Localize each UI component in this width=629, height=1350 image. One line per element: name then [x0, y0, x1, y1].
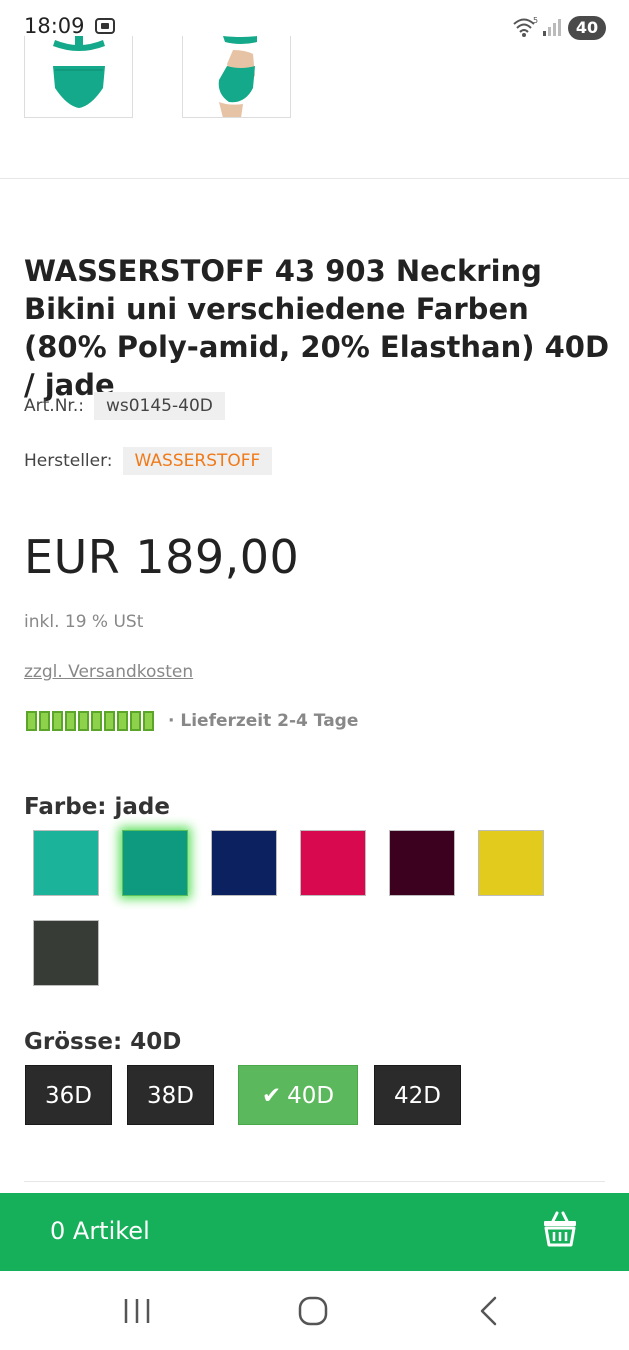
status-time: 18:09: [24, 14, 85, 38]
color-label: Farbe: jade: [24, 794, 170, 820]
color-swatch-dark-olive[interactable]: [33, 920, 99, 986]
delivery-bar: [91, 711, 102, 731]
section-divider: [0, 178, 629, 179]
delivery-bar: [52, 711, 63, 731]
tax-note: inkl. 19 % USt: [24, 612, 144, 632]
delivery-bar: [65, 711, 76, 731]
article-number-value: ws0145-40D: [93, 392, 225, 420]
size-option-label: 40D: [287, 1083, 335, 1109]
wifi-icon: 5: [513, 16, 538, 37]
size-option-36d[interactable]: 36D: [25, 1065, 112, 1125]
manufacturer-link[interactable]: WASSERSTOFF: [122, 447, 273, 475]
size-option-40d[interactable]: ✔ 40D: [238, 1065, 358, 1125]
signal-icon: [543, 19, 561, 36]
size-label: Grösse: 40D: [24, 1029, 182, 1055]
color-swatch-jade[interactable]: [122, 830, 188, 896]
delivery-bar: [39, 711, 50, 731]
checkmark-icon: ✔: [261, 1083, 282, 1109]
recent-apps-icon[interactable]: [117, 1293, 157, 1329]
bikini-front-image: [53, 36, 105, 108]
delivery-bar: [26, 711, 37, 731]
screenshot-icon: [95, 18, 115, 34]
article-number-label: Art.Nr.:: [24, 396, 84, 416]
system-navigation-bar: [0, 1271, 629, 1350]
delivery-status: · Lieferzeit 2-4 Tage: [26, 708, 358, 734]
section-divider: [24, 1181, 605, 1182]
size-option-label: 42D: [394, 1083, 441, 1109]
shipping-costs-link[interactable]: zzgl. Versandkosten: [24, 662, 193, 682]
delivery-time: · Lieferzeit 2-4 Tage: [168, 711, 359, 731]
article-number-row: Art.Nr.: ws0145-40D: [24, 391, 225, 421]
size-option-label: 38D: [147, 1083, 194, 1109]
size-option-38d[interactable]: 38D: [127, 1065, 214, 1125]
color-swatch-navy[interactable]: [211, 830, 277, 896]
product-title: WASSERSTOFF 43 903 Neckring Bikini uni v…: [24, 254, 610, 402]
delivery-bar: [143, 711, 154, 731]
svg-text:5: 5: [533, 16, 538, 25]
size-option-label: 36D: [45, 1083, 92, 1109]
home-icon[interactable]: [293, 1293, 333, 1329]
color-swatch-aubergine[interactable]: [389, 830, 455, 896]
product-thumbnail-front[interactable]: [24, 36, 133, 118]
bikini-side-image: [218, 36, 257, 117]
size-option-42d[interactable]: 42D: [374, 1065, 461, 1125]
color-swatch-yellow[interactable]: [478, 830, 544, 896]
delivery-bar: [117, 711, 128, 731]
product-thumbnail-side[interactable]: [182, 36, 291, 118]
cart-bar[interactable]: 0 Artikel: [0, 1193, 629, 1271]
color-swatch-pink[interactable]: [300, 830, 366, 896]
color-swatch-turquoise[interactable]: [33, 830, 99, 896]
delivery-bar: [78, 711, 89, 731]
basket-icon[interactable]: [540, 1209, 580, 1249]
manufacturer-row: Hersteller: WASSERSTOFF: [24, 446, 273, 476]
product-price: EUR 189,00: [24, 530, 300, 584]
delivery-indicator-bars: [26, 711, 154, 731]
delivery-bar: [104, 711, 115, 731]
battery-icon: 40: [568, 16, 606, 40]
delivery-bar: [130, 711, 141, 731]
back-icon[interactable]: [469, 1293, 509, 1329]
manufacturer-label: Hersteller:: [24, 451, 113, 471]
cart-count: 0 Artikel: [50, 1217, 150, 1245]
